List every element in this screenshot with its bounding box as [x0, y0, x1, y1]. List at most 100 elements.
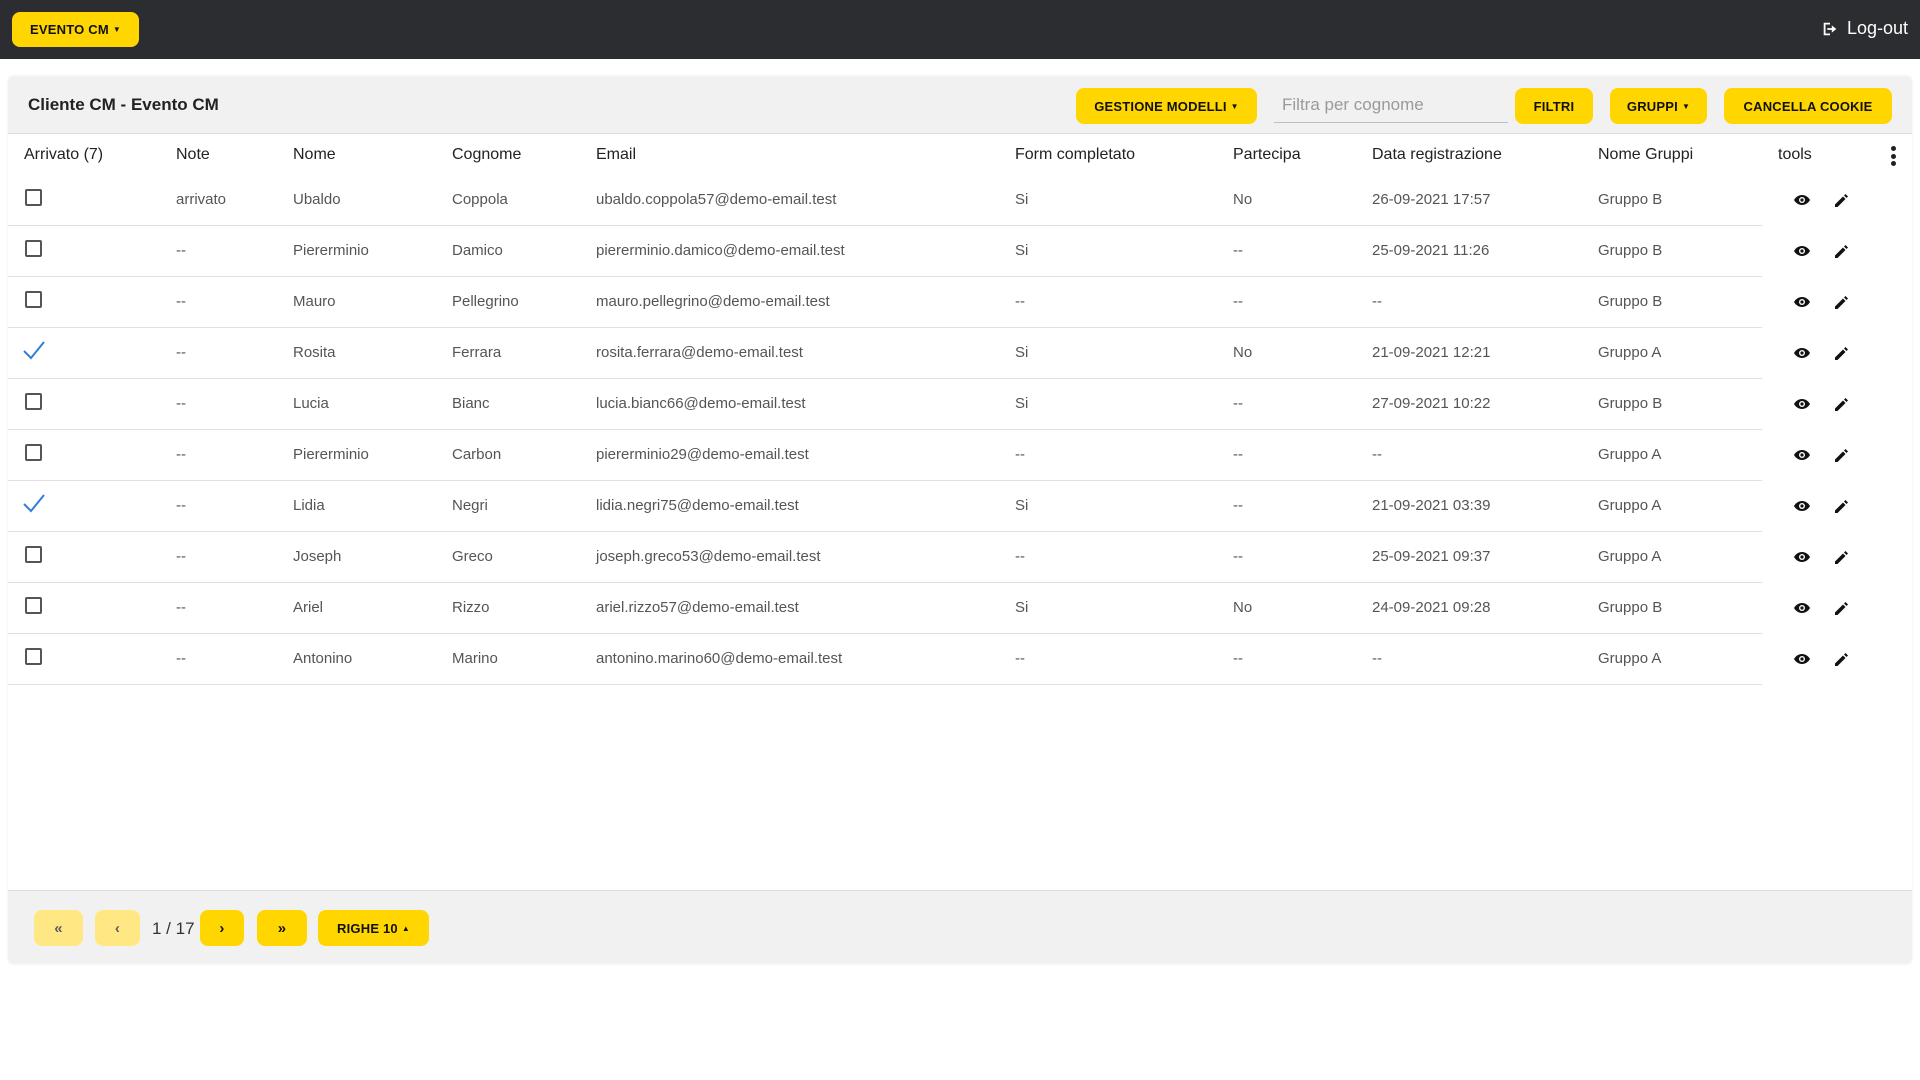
cell-nome-gruppi: Gruppo B: [1598, 599, 1663, 616]
table-row: -- Piererminio Damico piererminio.damico@de…: [8, 226, 1848, 277]
check-icon[interactable]: [22, 339, 46, 361]
cell-nome-gruppi: Gruppo A: [1598, 548, 1662, 565]
arrived-checkbox[interactable]: [25, 189, 42, 206]
event-dropdown-button[interactable]: EVENTO CM ▼: [12, 12, 139, 47]
arrived-checkbox[interactable]: [25, 291, 42, 308]
filtri-button[interactable]: FILTRI: [1515, 88, 1593, 124]
last-page-button[interactable]: »: [257, 910, 307, 946]
cell-partecipa: No: [1233, 599, 1253, 616]
next-page-button[interactable]: ›: [200, 910, 244, 946]
cell-partecipa: --: [1233, 293, 1243, 310]
surname-filter-input[interactable]: [1274, 88, 1508, 123]
arrived-checkbox[interactable]: [25, 648, 42, 665]
cell-data-registrazione: 21-09-2021 03:39: [1372, 497, 1491, 514]
cell-data-registrazione: 25-09-2021 11:26: [1372, 242, 1490, 259]
rows-per-page-button[interactable]: RIGHE 10 ▲: [318, 910, 429, 946]
edit-button[interactable]: [1831, 445, 1851, 465]
gestione-modelli-button[interactable]: GESTIONE MODELLI ▼: [1076, 88, 1257, 124]
col-nome[interactable]: Nome: [293, 146, 336, 164]
arrived-checkbox[interactable]: [25, 240, 42, 257]
caret-down-icon: ▼: [112, 25, 121, 34]
edit-button[interactable]: [1831, 598, 1851, 618]
table-header: Arrivato (7) Note Nome Cognome Email For…: [8, 135, 1912, 175]
logout-link[interactable]: Log-out: [1821, 18, 1908, 39]
view-button[interactable]: [1792, 649, 1812, 669]
col-form-completato[interactable]: Form completato: [1015, 146, 1135, 164]
view-button[interactable]: [1792, 241, 1812, 261]
edit-button[interactable]: [1831, 241, 1851, 261]
cell-form-completato: Si: [1015, 395, 1029, 412]
pagination-bar: « ‹ 1 / 17 › » RIGHE 10 ▲: [8, 890, 1912, 964]
view-button[interactable]: [1792, 343, 1812, 363]
edit-button[interactable]: [1831, 394, 1851, 414]
col-email[interactable]: Email: [596, 146, 636, 164]
edit-button[interactable]: [1831, 496, 1851, 516]
rows-per-page-label: RIGHE 10: [337, 920, 398, 936]
edit-button[interactable]: [1831, 190, 1851, 210]
next-page-icon: ›: [219, 919, 225, 937]
col-nome-gruppi[interactable]: Nome Gruppi: [1598, 146, 1693, 164]
cell-email: ubaldo.coppola57@demo-email.test: [596, 191, 837, 208]
edit-button[interactable]: [1831, 343, 1851, 363]
arrived-checkbox[interactable]: [25, 546, 42, 563]
pencil-icon: [1834, 346, 1848, 360]
cell-nome-gruppi: Gruppo B: [1598, 293, 1663, 310]
cell-note: --: [176, 650, 186, 667]
event-button-label: EVENTO CM: [30, 22, 109, 37]
view-button[interactable]: [1792, 292, 1812, 312]
table-row: -- Joseph Greco joseph.greco53@demo-email.t…: [8, 532, 1848, 583]
cell-cognome: Marino: [452, 650, 498, 667]
cell-cognome: Negri: [452, 497, 488, 514]
cell-note: --: [176, 497, 186, 514]
view-button[interactable]: [1792, 190, 1812, 210]
cell-email: lidia.negri75@demo-email.test: [596, 497, 799, 514]
edit-button[interactable]: [1831, 292, 1851, 312]
arrived-checkbox[interactable]: [25, 444, 42, 461]
cell-data-registrazione: 21-09-2021 12:21: [1372, 344, 1491, 361]
pencil-icon: [1834, 193, 1848, 207]
view-button[interactable]: [1792, 598, 1812, 618]
pencil-icon: [1834, 499, 1848, 513]
col-tools: tools: [1778, 146, 1812, 163]
view-button[interactable]: [1792, 394, 1812, 414]
cell-note: --: [176, 293, 186, 310]
first-page-button[interactable]: «: [34, 910, 83, 946]
eye-icon: [1794, 348, 1810, 358]
check-icon[interactable]: [22, 492, 46, 514]
view-button[interactable]: [1792, 445, 1812, 465]
participants-card: Cliente CM - Evento CM GESTIONE MODELLI ▼…: [8, 76, 1912, 964]
col-partecipa[interactable]: Partecipa: [1233, 146, 1301, 164]
col-cognome[interactable]: Cognome: [452, 146, 521, 164]
view-button[interactable]: [1792, 547, 1812, 567]
cell-nome-gruppi: Gruppo B: [1598, 395, 1663, 412]
edit-button[interactable]: [1831, 649, 1851, 669]
cell-nome-gruppi: Gruppo B: [1598, 191, 1663, 208]
eye-icon: [1794, 552, 1810, 562]
col-arrivato[interactable]: Arrivato (7): [24, 146, 103, 164]
col-data-registrazione[interactable]: Data registrazione: [1372, 146, 1502, 164]
cell-partecipa: --: [1233, 395, 1243, 412]
table-row: -- Lucia Bianc lucia.bianc66@demo-email.tes…: [8, 379, 1848, 430]
cell-email: joseph.greco53@demo-email.test: [596, 548, 821, 565]
edit-button[interactable]: [1831, 547, 1851, 567]
cell-data-registrazione: 25-09-2021 09:37: [1372, 548, 1491, 565]
col-note[interactable]: Note: [176, 146, 210, 164]
view-button[interactable]: [1792, 496, 1812, 516]
cell-email: lucia.bianc66@demo-email.test: [596, 395, 806, 412]
arrived-checkbox[interactable]: [25, 393, 42, 410]
prev-page-button[interactable]: ‹: [95, 910, 140, 946]
cell-email: rosita.ferrara@demo-email.test: [596, 344, 803, 361]
gruppi-button[interactable]: GRUPPI ▼: [1610, 88, 1707, 124]
cell-cognome: Bianc: [452, 395, 490, 412]
eye-icon: [1794, 450, 1810, 460]
cancella-cookie-button[interactable]: CANCELLA COOKIE: [1724, 88, 1892, 124]
cell-cognome: Coppola: [452, 191, 508, 208]
cell-nome-gruppi: Gruppo B: [1598, 242, 1663, 259]
prev-page-icon: ‹: [114, 919, 121, 937]
cell-email: piererminio29@demo-email.test: [596, 446, 809, 463]
arrived-checkbox[interactable]: [25, 597, 42, 614]
cell-nome-gruppi: Gruppo A: [1598, 446, 1662, 463]
cell-nome: Piererminio: [293, 242, 369, 259]
kebab-icon[interactable]: [1890, 146, 1896, 166]
cell-note: --: [176, 242, 186, 259]
